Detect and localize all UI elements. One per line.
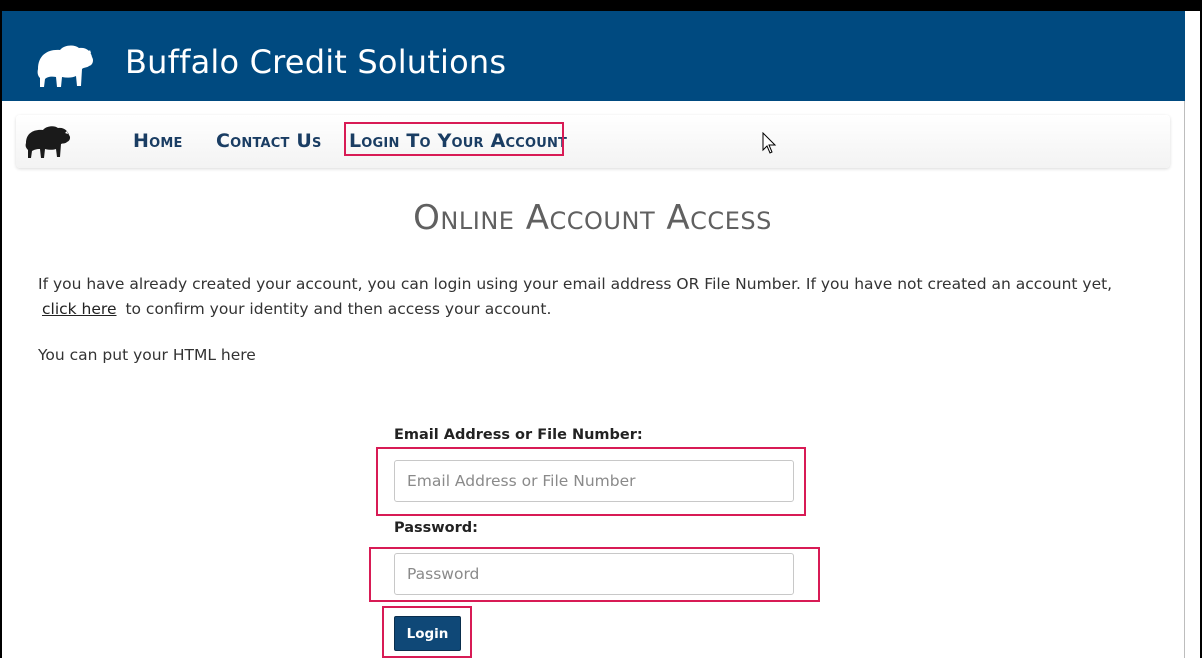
main-nav: Home Contact Us Login To Your Account xyxy=(16,115,1170,168)
page-title: Online Account Access xyxy=(413,198,772,238)
nav-home-link[interactable]: Home xyxy=(133,129,183,153)
email-field-label: Email Address or File Number: xyxy=(394,427,643,443)
intro-text-after: to confirm your identity and then access… xyxy=(125,300,552,318)
login-button[interactable]: Login xyxy=(394,616,461,651)
nav-contact-us-link[interactable]: Contact Us xyxy=(216,129,322,153)
site-title: Buffalo Credit Solutions xyxy=(125,43,507,81)
buffalo-icon xyxy=(37,45,93,87)
password-field-label: Password: xyxy=(394,520,478,536)
intro-text: If you have already created your account… xyxy=(38,272,1148,322)
email-field[interactable] xyxy=(394,460,794,502)
click-here-link[interactable]: click here xyxy=(42,300,117,318)
site-header: Buffalo Credit Solutions xyxy=(2,11,1185,101)
password-field[interactable] xyxy=(394,553,794,595)
login-link-highlight xyxy=(344,122,564,156)
buffalo-icon xyxy=(25,126,71,158)
window-left-edge xyxy=(0,11,2,658)
mouse-cursor-icon xyxy=(762,132,777,154)
intro-text-before: If you have already created your account… xyxy=(38,275,1113,293)
window-top-edge xyxy=(0,0,1202,11)
html-placeholder-text: You can put your HTML here xyxy=(38,346,256,364)
